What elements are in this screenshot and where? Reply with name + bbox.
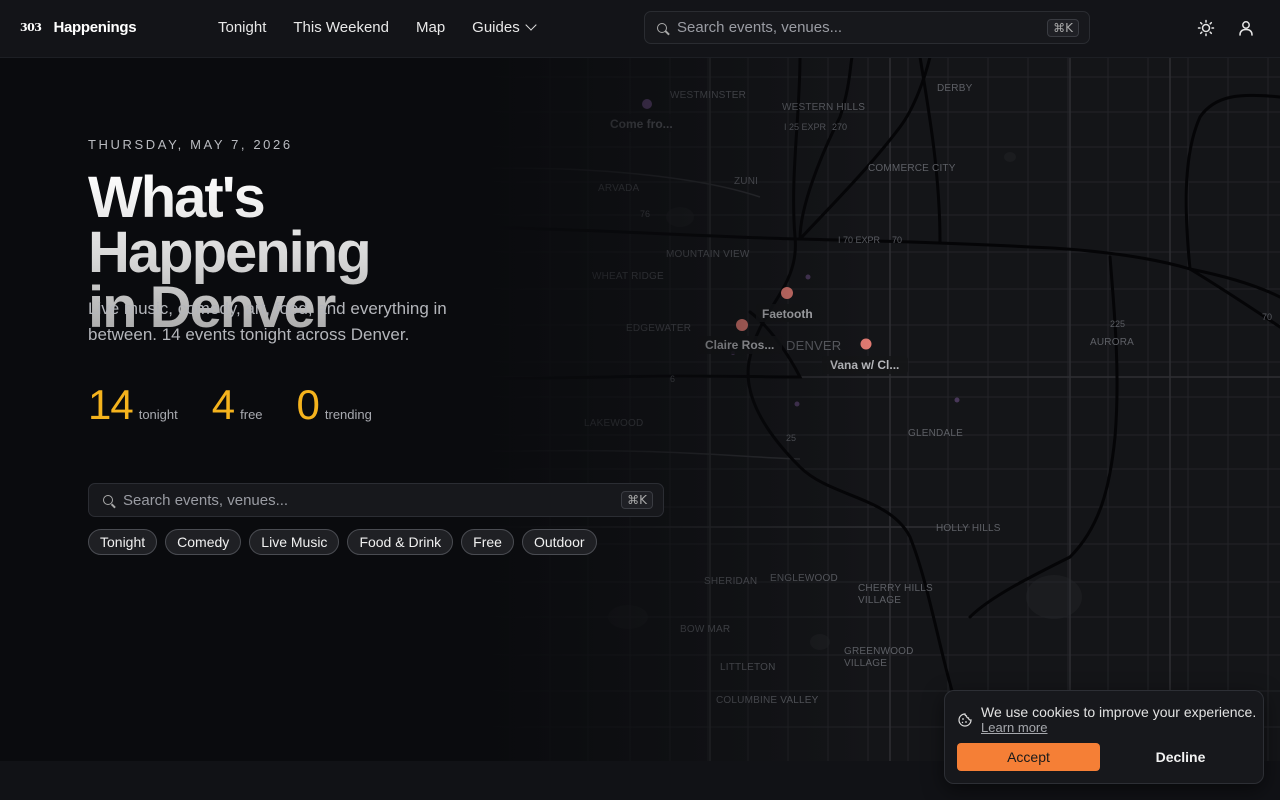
event-marker-label: Come fro...	[610, 117, 673, 131]
accept-cookies-button[interactable]: Accept	[957, 743, 1100, 771]
theme-toggle-sun-icon[interactable]	[1197, 19, 1215, 37]
chip-tonight[interactable]: Tonight	[88, 529, 158, 555]
search-icon	[657, 22, 667, 33]
map-label: ENGLEWOOD	[770, 573, 838, 584]
page-subtitle: Live music, comedy, art, food, and every…	[88, 299, 447, 344]
map-label: GLENDALE	[908, 428, 963, 439]
map-label: MOUNTAIN VIEW	[666, 249, 750, 260]
page-title-line-1: What's Happening	[88, 165, 370, 285]
map-label: WHEAT RIDGE	[592, 271, 664, 282]
chip-food-drink[interactable]: Food & Drink	[347, 529, 454, 555]
map-label: VILLAGE	[858, 595, 901, 606]
map-label: DENVER	[786, 338, 841, 353]
map-label: WESTERN HILLS	[782, 102, 865, 113]
highway-label: 225	[1110, 319, 1125, 329]
map-label: AURORA	[1090, 337, 1134, 348]
cookie-banner: We use cookies to improve your experienc…	[944, 690, 1264, 784]
chip-outdoor[interactable]: Outdoor	[521, 529, 597, 555]
logo-mark: 303	[20, 21, 42, 34]
nav-this-weekend[interactable]: This Weekend	[293, 19, 389, 36]
highway-label: 25	[786, 433, 796, 443]
user-account-icon[interactable]	[1237, 19, 1255, 37]
highway-label: 6	[670, 374, 675, 384]
map-label: COLUMBINE VALLEY	[716, 695, 819, 706]
stat-free: 4 free	[212, 381, 263, 429]
map-label: DERBY	[937, 83, 973, 94]
category-chips: Tonight Comedy Live Music Food & Drink F…	[88, 529, 597, 555]
highway-label: I 25 EXPR	[784, 122, 827, 132]
map-label: HOLLY HILLS	[936, 523, 1001, 534]
hero-search-input[interactable]	[121, 490, 622, 510]
stat-value: 4	[211, 381, 235, 428]
event-marker-label: Faetooth	[762, 307, 813, 321]
cookie-message: We use cookies to improve your experienc…	[981, 704, 1257, 720]
hero-search[interactable]: ⌘K	[88, 483, 664, 517]
highway-label: 70	[892, 235, 902, 245]
chevron-down-icon	[525, 19, 537, 31]
map-label: LAKEWOOD	[584, 418, 643, 429]
header-search[interactable]: ⌘K	[644, 11, 1090, 44]
events-map[interactable]: WESTMINSTER WESTERN HILLS DERBY COMMERCE…	[470, 57, 1280, 761]
chip-free[interactable]: Free	[461, 529, 514, 555]
chip-comedy[interactable]: Comedy	[165, 529, 242, 555]
shortcut-hint: ⌘K	[1047, 18, 1079, 37]
nav-tonight[interactable]: Tonight	[218, 19, 266, 36]
event-marker-label: Vana w/ Cl...	[830, 358, 899, 372]
stat-value: 0	[296, 381, 320, 428]
map-label: WESTMINSTER	[670, 90, 746, 101]
decline-cookies-button[interactable]: Decline	[1109, 743, 1252, 771]
map-label: BOW MAR	[680, 624, 730, 635]
map-label: EDGEWATER	[626, 323, 691, 334]
header-search-input[interactable]	[675, 18, 1048, 37]
nav-map[interactable]: Map	[416, 19, 445, 36]
cookie-icon	[958, 713, 972, 727]
map-label: VILLAGE	[844, 658, 887, 669]
stat-label: tonight	[138, 407, 178, 422]
nav-guides[interactable]: Guides	[472, 19, 537, 36]
stat-label: free	[240, 407, 263, 422]
learn-more-link[interactable]: Learn more	[981, 720, 1047, 735]
map-label: ZUNI	[734, 176, 758, 187]
nav-guides-label: Guides	[472, 19, 520, 36]
map-label: ARVADA	[598, 183, 640, 194]
map-label: CHERRY HILLS	[858, 583, 933, 594]
brand-name: Happenings	[53, 19, 137, 36]
event-marker-label: Claire Ros...	[705, 338, 774, 352]
top-nav: 303 Happenings Tonight This Weekend Map …	[0, 0, 1280, 58]
stat-tonight: 14 tonight	[88, 381, 178, 429]
search-icon	[103, 495, 113, 505]
stat-label: trending	[324, 407, 372, 422]
brand-logo[interactable]: 303 Happenings	[20, 19, 137, 36]
map-label: GREENWOOD	[844, 646, 914, 657]
chip-live-music[interactable]: Live Music	[249, 529, 340, 555]
highway-label: 270	[832, 122, 847, 132]
stat-value: 14	[88, 381, 134, 428]
map-label: COMMERCE CITY	[868, 163, 956, 174]
current-date: THURSDAY, MAY 7, 2026	[88, 137, 293, 152]
stat-trending: 0 trending	[297, 381, 372, 429]
map-label: LITTLETON	[720, 662, 776, 673]
highway-label: 76	[640, 209, 650, 219]
highway-label: 70	[1262, 312, 1272, 322]
event-stats: 14 tonight 4 free 0 trending	[88, 381, 372, 429]
main-nav: Tonight This Weekend Map Guides	[218, 19, 537, 36]
highway-label: I 70 EXPR	[838, 235, 881, 245]
map-label: SHERIDAN	[704, 576, 757, 587]
shortcut-hint: ⌘K	[621, 491, 653, 509]
